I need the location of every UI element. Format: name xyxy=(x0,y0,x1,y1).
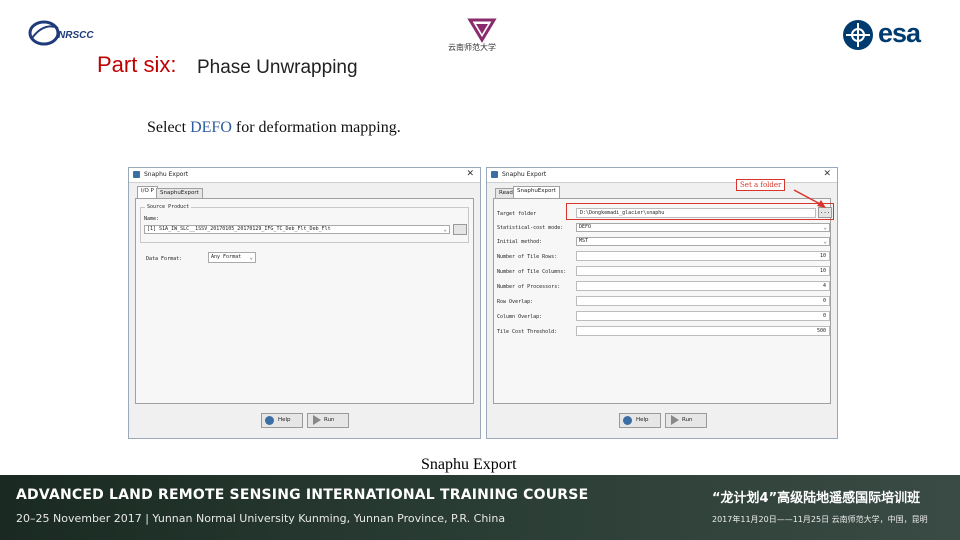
instruction-before: Select xyxy=(147,119,191,136)
figure-caption: Snaphu Export xyxy=(421,456,517,473)
app-icon xyxy=(491,171,498,178)
esa-logo-text: esa xyxy=(878,18,921,48)
source-product-label: Source Product xyxy=(145,204,192,210)
callout-arrow xyxy=(793,189,826,208)
instruction-after: for deformation mapping. xyxy=(231,119,401,136)
instruction-highlight: DEFO xyxy=(190,119,232,136)
initial-method-label: Initial method: xyxy=(497,239,543,245)
column-overlap-input[interactable]: 0 xyxy=(576,311,830,321)
target-folder-label: Target folder xyxy=(497,211,537,217)
processors-input[interactable]: 4 xyxy=(576,281,830,291)
snaphu-parameters-panel: Target folder D:\Dongkemadi_glacier\snap… xyxy=(493,198,832,404)
university-logo-text: 云南师范大学 xyxy=(448,43,496,52)
tile-rows-label: Number of Tile Rows: xyxy=(497,254,558,260)
stat-cost-mode-label: Statistical-cost mode: xyxy=(497,225,564,231)
run-button[interactable]: Run xyxy=(307,413,349,428)
data-format-label: Data Format: xyxy=(146,256,183,262)
app-icon xyxy=(133,171,140,178)
footer-course-title: ADVANCED LAND REMOTE SENSING INTERNATION… xyxy=(16,487,589,503)
play-icon xyxy=(671,415,679,425)
part-subtitle: Phase Unwrapping xyxy=(197,57,358,78)
close-icon[interactable]: ✕ xyxy=(823,169,831,179)
dialog-title: Snaphu Export xyxy=(502,171,547,178)
set-folder-callout: Set a folder xyxy=(736,179,786,191)
help-button[interactable]: Help xyxy=(619,413,661,428)
footer-cn-details: 2017年11月20日——11月25日 云南师范大学，中国，昆明 xyxy=(712,515,928,524)
chevron-down-icon: ⌄ xyxy=(249,254,253,261)
open-product-button[interactable] xyxy=(453,224,467,235)
close-icon[interactable]: ✕ xyxy=(466,169,474,179)
row-overlap-input[interactable]: 0 xyxy=(576,296,830,306)
tile-cost-threshold-label: Tile Cost Threshold: xyxy=(497,329,558,335)
help-button[interactable]: Help xyxy=(261,413,303,428)
part-title: Part six: xyxy=(97,52,177,77)
name-label: Name: xyxy=(144,216,160,222)
snaphu-export-dialog-io: Snaphu Export ✕ I/O P SnaphuExport Sourc… xyxy=(128,167,481,439)
run-button[interactable]: Run xyxy=(665,413,707,428)
dialog-titlebar: Snaphu Export ✕ xyxy=(129,168,480,183)
source-product-group: Source Product Name: [1] S1A_IW_SLC__1SS… xyxy=(140,204,469,243)
tile-cost-threshold-input[interactable]: 500 xyxy=(576,326,830,336)
chevron-down-icon: ⌄ xyxy=(823,224,827,231)
help-icon xyxy=(265,416,274,425)
processors-label: Number of Processors: xyxy=(497,284,561,290)
initial-method-select[interactable]: MST ⌄ xyxy=(576,237,830,246)
column-overlap-label: Column Overlap: xyxy=(497,314,543,320)
source-product-select[interactable]: [1] S1A_IW_SLC__1SSV_20170105_20170129_I… xyxy=(144,225,450,234)
tile-rows-input[interactable]: 10 xyxy=(576,251,830,261)
stat-cost-mode-select[interactable]: DEFO ⌄ xyxy=(576,223,830,232)
row-overlap-label: Row Overlap: xyxy=(497,299,534,305)
footer-course-details: 20–25 November 2017 | Yunnan Normal Univ… xyxy=(16,512,506,525)
nrscc-logo-text: NRSCC xyxy=(58,30,94,41)
io-panel: Source Product Name: [1] S1A_IW_SLC__1SS… xyxy=(135,198,474,404)
help-icon xyxy=(623,416,632,425)
footer-cn-title: “龙计划4”高级陆地遥感国际培训班 xyxy=(712,491,921,506)
dialog-title: Snaphu Export xyxy=(144,171,189,178)
tile-columns-label: Number of Tile Columns: xyxy=(497,269,567,275)
chevron-down-icon: ⌄ xyxy=(823,238,827,245)
instruction-text: Select DEFO for deformation mapping. xyxy=(147,119,401,137)
data-format-select[interactable]: Any Format ⌄ xyxy=(208,252,256,263)
play-icon xyxy=(313,415,321,425)
chevron-down-icon: ⌄ xyxy=(443,226,447,233)
footer-banner xyxy=(0,475,960,540)
tile-columns-input[interactable]: 10 xyxy=(576,266,830,276)
